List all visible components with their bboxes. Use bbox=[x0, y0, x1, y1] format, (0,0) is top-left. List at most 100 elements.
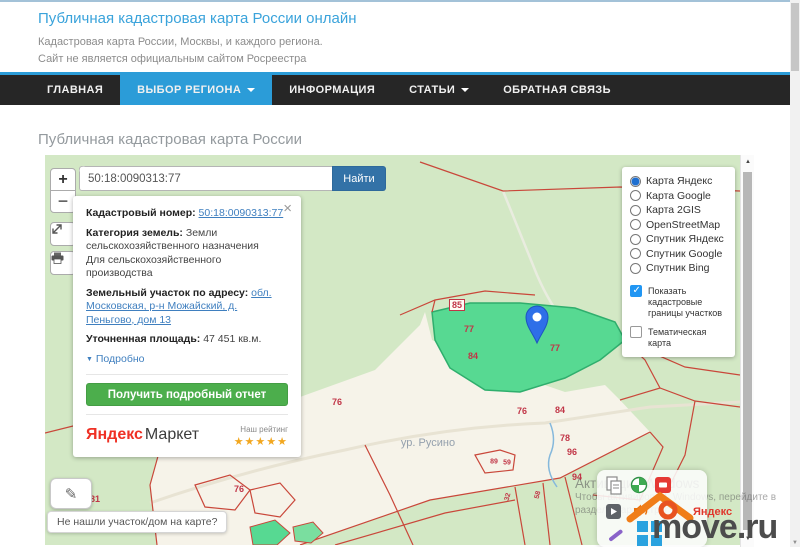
parcel-number-label: 76 bbox=[332, 397, 342, 407]
yandex-market-row: ЯндексМаркет Наш рейтинг ★★★★★ bbox=[86, 423, 288, 448]
layers-panel: Карта Яндекс Карта Google Карта 2GIS OpenSt… bbox=[622, 167, 735, 357]
zoom-in-button[interactable]: + bbox=[50, 168, 76, 191]
record-icon[interactable] bbox=[655, 477, 671, 493]
search-bar: Найти bbox=[79, 166, 386, 191]
layer-option-label: Карта Яндекс bbox=[646, 175, 712, 187]
printer-icon bbox=[51, 252, 64, 264]
parcel-number-label: 94 bbox=[572, 472, 582, 482]
rating-box: Наш рейтинг ★★★★★ bbox=[234, 423, 288, 448]
main-nav: ГЛАВНАЯВЫБОР РЕГИОНАИНФОРМАЦИЯСТАТЬИОБРА… bbox=[0, 72, 790, 105]
place-name-label: ур. Русино bbox=[401, 437, 455, 449]
nav-item-feedback[interactable]: ОБРАТНАЯ СВЯЗЬ bbox=[486, 75, 628, 105]
land-category-row: Категория земель: Земли сельскохозяйстве… bbox=[86, 227, 288, 281]
scroll-down-arrow-icon[interactable]: ▼ bbox=[741, 533, 755, 545]
area-value: 47 451 кв.м. bbox=[203, 333, 261, 345]
base-layer-options: Карта Яндекс Карта Google Карта 2GIS OpenSt… bbox=[630, 174, 727, 276]
layer-option-1[interactable]: Карта Google bbox=[630, 189, 727, 204]
nav-item-home[interactable]: ГЛАВНАЯ bbox=[30, 75, 120, 105]
yandex-attribution[interactable]: Яндекс bbox=[693, 506, 732, 518]
get-report-button[interactable]: Получить подробный отчет bbox=[86, 383, 288, 406]
draw-tool-button[interactable]: ✎ bbox=[50, 478, 92, 509]
layer-option-3[interactable]: OpenStreetMap bbox=[630, 218, 727, 233]
site-title-link[interactable]: Публичная кадастровая карта России онлай… bbox=[38, 10, 357, 27]
radio-icon bbox=[630, 176, 641, 187]
pencil-icon: ✎ bbox=[65, 485, 78, 503]
cadastral-number-row: Кадастровый номер: 50:18:0090313:77 bbox=[86, 207, 288, 221]
chevron-down-icon bbox=[461, 88, 469, 92]
close-icon[interactable]: × bbox=[283, 202, 292, 216]
nav-item-region-select[interactable]: ВЫБОР РЕГИОНА bbox=[120, 75, 272, 105]
parcel-number-label: 84 bbox=[468, 351, 478, 361]
radio-icon bbox=[630, 248, 641, 259]
overlay-checkbox-1[interactable]: Тематическая карта bbox=[630, 326, 727, 349]
layer-option-5[interactable]: Спутник Google bbox=[630, 247, 727, 262]
checkbox-icon bbox=[630, 285, 642, 297]
checkbox-icon bbox=[630, 326, 642, 338]
search-input[interactable] bbox=[79, 166, 332, 191]
layer-option-2[interactable]: Карта 2GIS bbox=[630, 203, 727, 218]
parcel-info-card: × Кадастровый номер: 50:18:0090313:77 Ка… bbox=[73, 196, 301, 457]
pen-tool-icon[interactable] bbox=[605, 527, 625, 545]
parcel-number-label: 85 bbox=[449, 299, 465, 311]
site-header: Публичная кадастровая карта России онлай… bbox=[38, 10, 357, 68]
triangle-down-icon: ▼ bbox=[86, 356, 93, 363]
chevron-down-icon bbox=[247, 88, 255, 92]
layer-option-label: Карта 2GIS bbox=[646, 204, 701, 216]
parcel-number-label: 76 bbox=[234, 484, 244, 494]
copy-document-icon[interactable] bbox=[606, 476, 623, 495]
parcel-number-label: 78 bbox=[560, 433, 570, 443]
land-category-label: Категория земель: bbox=[86, 227, 183, 239]
radio-icon bbox=[630, 205, 641, 216]
parcel-number-label: 76 bbox=[517, 406, 527, 416]
cadastral-number-label: Кадастровый номер: bbox=[86, 207, 196, 219]
rating-label: Наш рейтинг bbox=[234, 423, 288, 437]
page-scroll-down-arrow-icon[interactable]: ▼ bbox=[790, 540, 800, 546]
page-scrollbar-thumb[interactable] bbox=[791, 3, 799, 71]
yandex-logo-text: Яндекс bbox=[86, 426, 143, 443]
pie-chart-icon[interactable] bbox=[630, 476, 648, 494]
speaker-icon[interactable] bbox=[633, 502, 650, 518]
site-subtitle-2: Сайт не является официальным сайтом Роср… bbox=[38, 51, 357, 68]
overlay-options: Показать кадастровые границы участков Тем… bbox=[630, 285, 727, 349]
address-label: Земельный участок по адресу: bbox=[86, 287, 248, 299]
search-button[interactable]: Найти bbox=[332, 166, 386, 191]
radio-icon bbox=[630, 263, 641, 274]
page-scrollbar: ▼ bbox=[790, 0, 800, 547]
parcel-number-label: 59 bbox=[503, 460, 511, 467]
parcel-number-label: 89 bbox=[490, 459, 498, 466]
area-label: Уточненная площадь: bbox=[86, 333, 200, 345]
parcel-number-label: 96 bbox=[567, 447, 577, 457]
map-scrollbar-thumb[interactable] bbox=[743, 172, 752, 530]
area-row: Уточненная площадь: 47 451 кв.м. bbox=[86, 333, 288, 347]
site-subtitle-1: Кадастровая карта России, Москвы, и кажд… bbox=[38, 34, 357, 51]
window-top-edge bbox=[0, 0, 800, 2]
help-bubble-button[interactable]: Не нашли участок/дом на карте? bbox=[47, 511, 227, 533]
nav-item-articles[interactable]: СТАТЬИ bbox=[392, 75, 486, 105]
scroll-up-arrow-icon[interactable]: ▲ bbox=[741, 155, 755, 169]
layer-option-6[interactable]: Спутник Bing bbox=[630, 261, 727, 276]
details-toggle-link[interactable]: ▼ Подробно bbox=[86, 353, 144, 365]
layer-option-label: Карта Google bbox=[646, 190, 711, 202]
share-icon[interactable] bbox=[606, 504, 621, 519]
address-row: Земельный участок по адресу: обл. Москов… bbox=[86, 287, 288, 328]
page-title: Публичная кадастровая карта России bbox=[38, 131, 302, 148]
rating-stars: ★★★★★ bbox=[234, 437, 288, 448]
parcel-number-label: 77 bbox=[464, 324, 474, 334]
layer-option-label: OpenStreetMap bbox=[646, 219, 720, 231]
layer-option-label: Спутник Bing bbox=[646, 262, 710, 274]
yandex-market-logo[interactable]: ЯндексМаркет bbox=[86, 428, 199, 444]
nav-item-information[interactable]: ИНФОРМАЦИЯ bbox=[272, 75, 392, 105]
radio-icon bbox=[630, 219, 641, 230]
expand-arrows-icon bbox=[51, 223, 63, 235]
search-icon bbox=[79, 166, 90, 177]
radio-icon bbox=[630, 190, 641, 201]
layer-option-label: Спутник Google bbox=[646, 248, 722, 260]
cadastral-number-link[interactable]: 50:18:0090313:77 bbox=[199, 207, 284, 219]
layer-option-4[interactable]: Спутник Яндекс bbox=[630, 232, 727, 247]
overlay-checkbox-0[interactable]: Показать кадастровые границы участков bbox=[630, 285, 727, 319]
parcel-number-label: 84 bbox=[555, 405, 565, 415]
radio-icon bbox=[630, 234, 641, 245]
land-use-value: Для сельскохозяйственного производства bbox=[86, 254, 221, 280]
layer-option-0[interactable]: Карта Яндекс bbox=[630, 174, 727, 189]
market-logo-text: Маркет bbox=[145, 426, 199, 443]
